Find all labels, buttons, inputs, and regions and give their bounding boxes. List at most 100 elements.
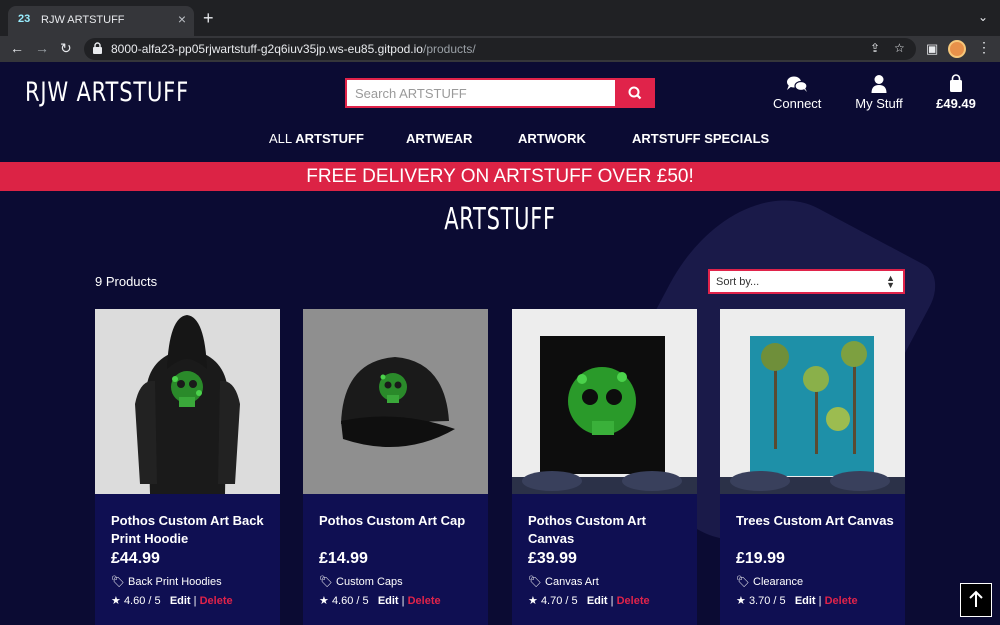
product-image[interactable]: [303, 309, 488, 494]
my-stuff-label: My Stuff: [855, 96, 903, 111]
product-card[interactable]: Trees Custom Art Canvas £19.99 🏷 Clearan…: [720, 309, 905, 625]
browser-menu-icon[interactable]: ⋮: [977, 39, 991, 56]
category-label: Back Print Hoodies: [128, 576, 222, 588]
product-count: 9 Products: [95, 274, 158, 289]
browser-toolbar: ← → ↻ 8000-alfa23-pp05rjwartstuff-g2q6iu…: [0, 36, 1000, 62]
arrow-up-icon: [969, 590, 983, 607]
product-card[interactable]: Pothos Custom Art Canvas £39.99 🏷 Canvas…: [512, 309, 697, 625]
bag-total: £49.49: [936, 96, 976, 111]
star-icon: ★: [736, 595, 746, 607]
product-image[interactable]: [95, 309, 280, 494]
edit-link[interactable]: Edit: [795, 595, 816, 607]
my-stuff-link[interactable]: My Stuff: [852, 74, 906, 111]
separator: |: [401, 595, 405, 607]
trees-canvas-image: [720, 309, 905, 494]
url-text: 8000-alfa23-pp05rjwartstuff-g2q6iuv35jp.…: [111, 42, 476, 56]
reload-icon[interactable]: ↻: [60, 40, 72, 57]
shopping-bag-link[interactable]: £49.49: [934, 74, 978, 111]
page-title: ARTSTUFF: [444, 202, 556, 237]
hoodie-image: [95, 309, 280, 494]
tag-icon: 🏷: [319, 576, 333, 588]
star-icon: ★: [319, 595, 329, 607]
product-rating: 4.60 / 5: [331, 595, 369, 607]
product-image[interactable]: [512, 309, 697, 494]
tag-icon: 🏷: [528, 576, 542, 588]
delete-link[interactable]: Delete: [825, 595, 858, 607]
sort-select-value: Sort by...: [716, 276, 760, 288]
nav-artwear[interactable]: ARTWEAR: [406, 131, 472, 146]
main-navigation: ALL ARTSTUFF ARTWEAR ARTWORK ARTSTUFF SP…: [0, 131, 1000, 151]
product-title[interactable]: Pothos Custom Art Canvas: [528, 512, 688, 548]
product-meta: ★ 4.60 / 5 Edit | Delete: [319, 594, 441, 607]
sort-arrows-icon: ▲ ▼: [886, 273, 895, 290]
nav-all-artstuff[interactable]: ALL ARTSTUFF: [269, 131, 364, 146]
product-card[interactable]: Pothos Custom Art Back Print Hoodie £44.…: [95, 309, 280, 625]
address-bar[interactable]: 8000-alfa23-pp05rjwartstuff-g2q6iuv35jp.…: [84, 38, 916, 60]
product-title[interactable]: Trees Custom Art Canvas: [736, 512, 896, 530]
sort-select[interactable]: Sort by... ▲ ▼: [708, 269, 905, 294]
product-price: £19.99: [736, 550, 785, 567]
tab-search-chevron-icon[interactable]: ⌄: [978, 10, 988, 24]
category-label: Canvas Art: [545, 576, 599, 588]
close-tab-icon[interactable]: ×: [178, 11, 186, 27]
product-meta: ★ 4.60 / 5 Edit | Delete: [111, 594, 233, 607]
search-button[interactable]: [615, 78, 655, 108]
edit-link[interactable]: Edit: [587, 595, 608, 607]
nav-all-label: ARTSTUFF: [295, 131, 364, 146]
canvas-image: [512, 309, 697, 494]
separator: |: [193, 595, 197, 607]
star-icon: ★: [528, 595, 538, 607]
product-category[interactable]: 🏷 Back Print Hoodies: [111, 575, 222, 588]
product-title[interactable]: Pothos Custom Art Back Print Hoodie: [111, 512, 271, 548]
new-tab-icon[interactable]: +: [203, 9, 214, 27]
cap-image: [303, 309, 488, 494]
back-to-top-button[interactable]: [960, 583, 992, 617]
product-meta: ★ 3.70 / 5 Edit | Delete: [736, 594, 858, 607]
delete-link[interactable]: Delete: [200, 595, 233, 607]
product-rating: 3.70 / 5: [748, 595, 786, 607]
chat-bubbles-icon: [787, 76, 808, 92]
product-image[interactable]: [720, 309, 905, 494]
product-price: £39.99: [528, 550, 577, 567]
product-title[interactable]: Pothos Custom Art Cap: [319, 512, 479, 530]
product-meta: ★ 4.70 / 5 Edit | Delete: [528, 594, 650, 607]
forward-icon[interactable]: →: [35, 40, 49, 56]
delete-link[interactable]: Delete: [408, 595, 441, 607]
category-label: Custom Caps: [336, 576, 403, 588]
back-icon[interactable]: ←: [10, 40, 24, 56]
tab-title: RJW ARTSTUFF: [41, 14, 125, 26]
nav-artstuff-specials[interactable]: ARTSTUFF SPECIALS: [632, 131, 769, 146]
edit-link[interactable]: Edit: [170, 595, 191, 607]
side-panel-icon[interactable]: ▣: [926, 41, 938, 57]
product-category[interactable]: 🏷 Custom Caps: [319, 575, 403, 588]
lock-icon: [93, 42, 102, 54]
star-icon: ★: [111, 595, 121, 607]
site-header: RJW ARTSTUFF Connect My Stuff £49.49 AL: [0, 62, 1000, 162]
product-category[interactable]: 🏷 Clearance: [736, 575, 803, 588]
nav-artwork[interactable]: ARTWORK: [518, 131, 586, 146]
tag-icon: 🏷: [111, 576, 125, 588]
bookmark-star-icon[interactable]: ☆: [894, 41, 905, 55]
search-input[interactable]: [345, 78, 615, 108]
category-label: Clearance: [753, 576, 804, 588]
product-rating: 4.60 / 5: [123, 595, 161, 607]
product-card[interactable]: Pothos Custom Art Cap £14.99 🏷 Custom Ca…: [303, 309, 488, 625]
edit-link[interactable]: Edit: [378, 595, 399, 607]
delivery-banner: FREE DELIVERY ON ARTSTUFF OVER £50!: [0, 162, 1000, 191]
product-category[interactable]: 🏷 Canvas Art: [528, 575, 599, 588]
browser-tabbar: 23 RJW ARTSTUFF × + ⌄: [0, 0, 1000, 36]
connect-label: Connect: [773, 96, 822, 111]
separator: |: [818, 595, 822, 607]
site-logo[interactable]: RJW ARTSTUFF: [25, 77, 189, 108]
nav-all-prefix: ALL: [269, 131, 293, 146]
browser-tab[interactable]: 23 RJW ARTSTUFF ×: [8, 6, 194, 36]
share-icon[interactable]: ⇪: [870, 41, 880, 55]
delete-link[interactable]: Delete: [617, 595, 650, 607]
profile-avatar[interactable]: [948, 40, 966, 58]
product-rating: 4.70 / 5: [540, 595, 578, 607]
user-icon: [871, 75, 887, 93]
shopping-bag-icon: [950, 74, 962, 92]
separator: |: [610, 595, 614, 607]
connect-link[interactable]: Connect: [773, 74, 821, 111]
product-price: £14.99: [319, 550, 368, 567]
